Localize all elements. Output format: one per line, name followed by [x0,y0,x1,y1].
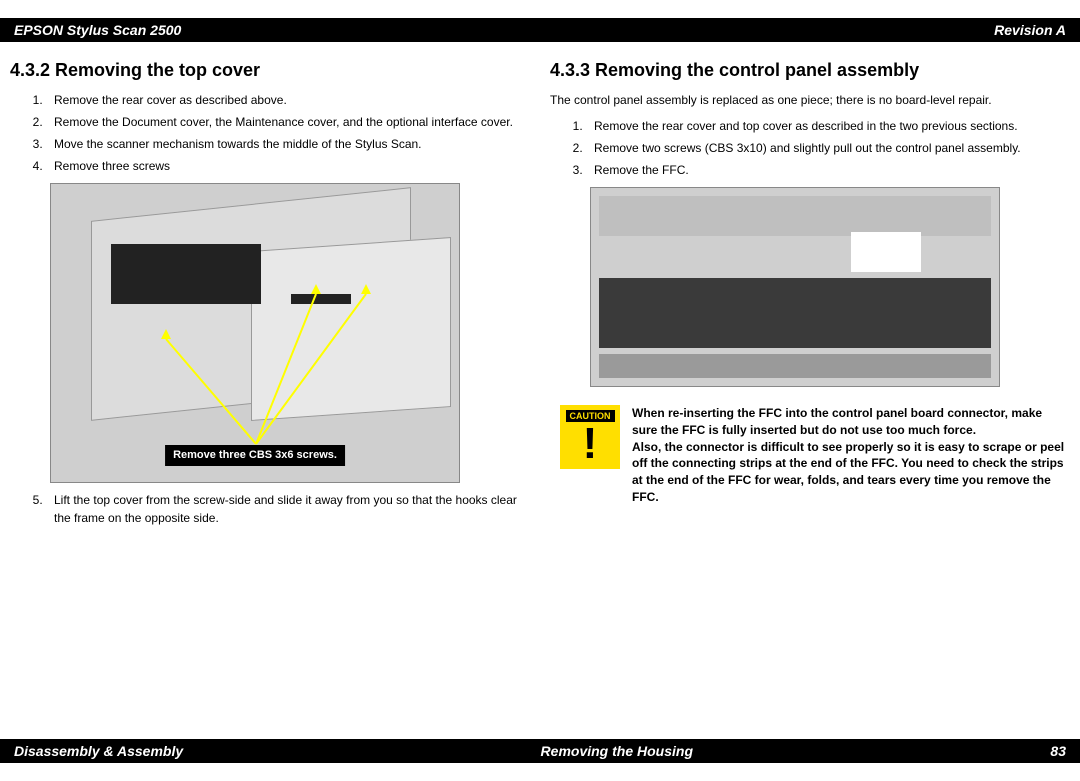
list-item: Remove two screws (CBS 3x10) and slightl… [586,139,1070,157]
figure-image [590,187,1000,387]
right-intro: The control panel assembly is replaced a… [550,91,1070,109]
list-item: Remove three screws [46,157,530,175]
list-item: Remove the FFC. [586,161,1070,179]
left-steps-a: Remove the rear cover as described above… [10,91,530,175]
list-item: Move the scanner mechanism towards the m… [46,135,530,153]
footer-center: Removing the Housing [541,743,693,759]
right-heading: 4.3.3 Removing the control panel assembl… [550,60,1070,81]
left-heading: 4.3.2 Removing the top cover [10,60,530,81]
exclamation-icon: ! [583,424,598,464]
left-column: 4.3.2 Removing the top cover Remove the … [10,60,530,531]
figure-control-panel [590,187,1070,387]
footer-left: Disassembly & Assembly [14,743,183,759]
caution-block: CAUTION ! When re-inserting the FFC into… [560,405,1070,506]
caution-text: When re-inserting the FFC into the contr… [632,405,1070,506]
right-column: 4.3.3 Removing the control panel assembl… [550,60,1070,531]
figure-image: Remove three CBS 3x6 screws. [50,183,460,483]
list-item: Remove the Document cover, the Maintenan… [46,113,530,131]
caution-icon: CAUTION ! [560,405,620,469]
list-item: Remove the rear cover as described above… [46,91,530,109]
content-area: 4.3.2 Removing the top cover Remove the … [0,42,1080,531]
left-steps-b: Lift the top cover from the screw-side a… [10,491,530,527]
list-item: Lift the top cover from the screw-side a… [46,491,530,527]
header-left: EPSON Stylus Scan 2500 [14,22,181,38]
header-bar: EPSON Stylus Scan 2500 Revision A [0,18,1080,42]
figure-callout: Remove three CBS 3x6 screws. [165,445,345,466]
callout-lines-icon [51,184,459,482]
figure-top-cover: Remove three CBS 3x6 screws. [50,183,530,483]
footer-bar: Disassembly & Assembly Removing the Hous… [0,739,1080,763]
list-item: Remove the rear cover and top cover as d… [586,117,1070,135]
right-steps: Remove the rear cover and top cover as d… [550,117,1070,179]
header-right: Revision A [994,22,1066,38]
callout-text: Remove three CBS 3x6 screws. [173,449,337,461]
footer-right: 83 [1050,743,1066,759]
